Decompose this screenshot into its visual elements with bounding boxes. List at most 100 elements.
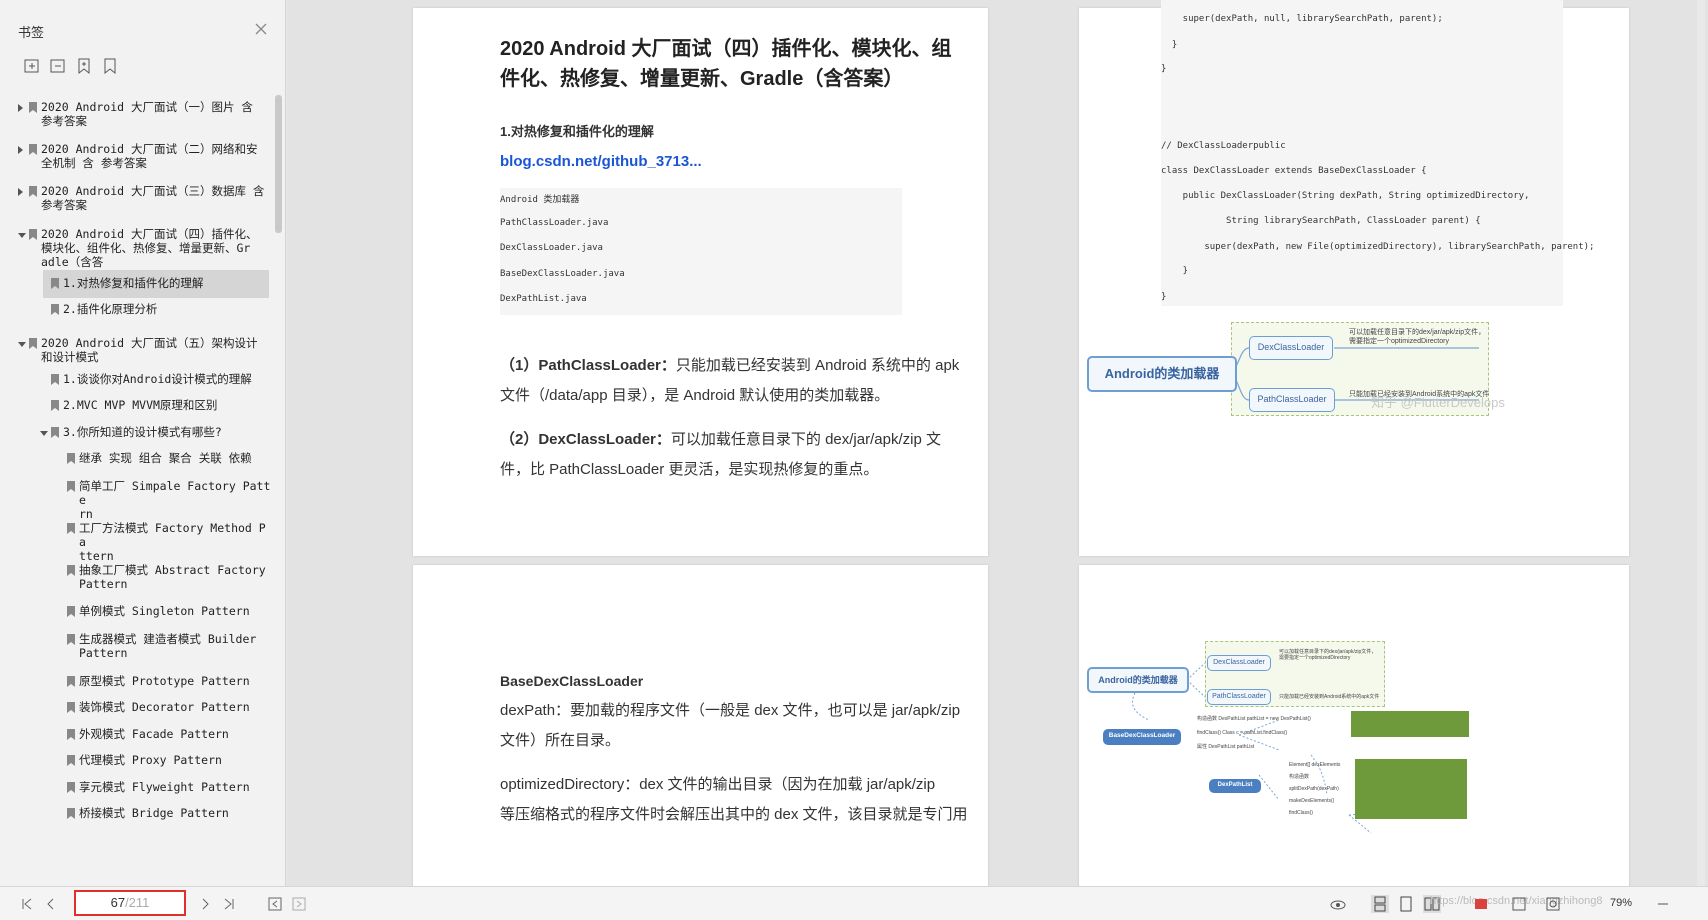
paragraph: （2）DexClassLoader：可以加载任意目录下的 dex/jar/apk…	[500, 424, 941, 456]
section-heading: 1.对热修复和插件化的理解	[500, 124, 654, 139]
eye-protection-icon[interactable]	[1329, 895, 1347, 913]
prev-page-icon[interactable]	[42, 895, 60, 913]
section-heading: BaseDexClassLoader	[500, 673, 644, 689]
bookmark-label: 外观模式 Facade Pattern	[79, 727, 229, 741]
code-block: Android 类加载器 PathClassLoader.java DexCla…	[500, 188, 902, 315]
diagram-watermark: 知乎 @FlutterDevelops	[1371, 395, 1505, 410]
bookmark-icon	[50, 277, 60, 290]
diagram-node-dexpathlist: DexPathList	[1209, 779, 1261, 793]
bookmark-label: 2.MVC MVP MVVM原理和区别	[63, 398, 218, 412]
expanded-arrow-icon[interactable]	[18, 342, 26, 347]
diagram-node-dex: DexClassLoader	[1207, 655, 1271, 671]
bookmark-icon	[66, 564, 76, 577]
value: DexPathList pathList = new DexPathList()	[1218, 716, 1311, 722]
first-page-icon[interactable]	[18, 895, 36, 913]
bookmark-icon	[28, 228, 38, 241]
diagram-note: 构造函数	[1289, 774, 1310, 780]
bookmark-label: 单例模式 Singleton Pattern	[79, 604, 250, 618]
collapsed-arrow-icon[interactable]	[18, 104, 23, 112]
page-title-line2: 件化、热修复、增量更新、Gradle（含答案）	[500, 68, 904, 90]
diagram-note: 只能加载已经安装到Android系统中的apk文件	[1279, 694, 1380, 700]
diagram-note: Element[] dexElements	[1289, 762, 1341, 768]
bookmark-icon[interactable]	[100, 56, 120, 76]
last-page-icon[interactable]	[220, 895, 238, 913]
bookmark-icon	[66, 781, 76, 794]
zoom-level[interactable]: 79%	[1610, 897, 1632, 909]
page-right-bottom: Android的类加载器 DexClassLoader PathClassLoa…	[1079, 565, 1629, 886]
expanded-arrow-icon[interactable]	[40, 431, 48, 436]
bookmark-icon	[28, 337, 38, 350]
single-page-icon[interactable]	[1397, 895, 1415, 913]
page-right-top: super(dexPath, null, librarySearchPath, …	[1079, 0, 1629, 556]
page-number-input[interactable]: 67/211	[74, 890, 186, 916]
add-bookmark-icon[interactable]	[74, 56, 94, 76]
bookmarks-header: 书签	[0, 0, 286, 50]
collapsed-arrow-icon[interactable]	[18, 146, 23, 154]
diagram-note-box	[1355, 759, 1467, 819]
diagram-connectors	[1228, 347, 1479, 401]
close-icon[interactable]	[252, 20, 270, 38]
label: 构造函数	[1197, 716, 1218, 722]
next-page-icon[interactable]	[196, 895, 214, 913]
bookmark-icon	[66, 480, 76, 493]
term: （1）PathClassLoader：	[500, 357, 676, 374]
zoom-out-icon[interactable]	[1654, 895, 1672, 913]
diagram-root: Android的类加载器	[1087, 667, 1189, 693]
diagram-note: findClass() Class c = pathList.findClass…	[1197, 729, 1287, 738]
bookmark-label: 2020 Android 大厂面试（三）数据库 含 参考答案	[41, 184, 265, 212]
diagram-note: 可以加载任意目录下的dex/jar/apk/zip文件， 需要指定一个optim…	[1279, 649, 1377, 661]
pdf-reader-window: 书签 2020 Android 大厂面试（一）图片 含 参考答案 2020 And…	[0, 0, 1708, 920]
diagram-note: splitDexPath(dexPath)	[1289, 786, 1339, 792]
code-line: DexPathList.java	[500, 294, 587, 304]
forward-icon[interactable]	[290, 895, 308, 913]
diagram-note-box	[1351, 711, 1469, 737]
bookmark-icon	[66, 633, 76, 646]
back-icon[interactable]	[266, 895, 284, 913]
record-icon[interactable]	[1472, 895, 1490, 913]
fit-page-icon[interactable]	[1510, 895, 1528, 913]
bookmark-icon	[50, 303, 60, 316]
document-scrollbar[interactable]	[1697, 0, 1705, 886]
fit-width-icon[interactable]	[1544, 895, 1562, 913]
bookmark-icon	[66, 701, 76, 714]
diagram-node-base: BaseDexClassLoader	[1103, 729, 1181, 745]
code-line: PathClassLoader.java	[500, 218, 609, 228]
continuous-page-icon[interactable]	[1371, 895, 1389, 913]
diagram-node-path: PathClassLoader	[1207, 689, 1271, 705]
bookmark-icon	[50, 426, 60, 439]
bookmark-label: 2020 Android 大厂面试（四）插件化、 模块化、组件化、热修复、增量更…	[41, 227, 258, 269]
sidebar-scrollbar[interactable]	[275, 95, 282, 233]
collapse-all-icon[interactable]	[48, 56, 68, 76]
document-view: 2020 Android 大厂面试（四）插件化、模块化、组 件化、热修复、增量更…	[287, 0, 1708, 886]
bookmark-icon	[28, 101, 38, 114]
expand-all-icon[interactable]	[22, 56, 42, 76]
page-left-bottom: BaseDexClassLoader dexPath：要加载的程序文件（一般是 …	[413, 565, 988, 886]
bookmark-icon	[66, 675, 76, 688]
bookmark-label: 3.你所知道的设计模式有哪些?	[63, 425, 222, 439]
bookmark-label: 1.谈谈你对Android设计模式的理解	[63, 372, 252, 386]
bookmark-label: 代理模式 Proxy Pattern	[79, 753, 222, 767]
bookmark-label: 2020 Android 大厂面试（一）图片 含 参考答案	[41, 100, 253, 128]
bookmark-label: 简单工厂 Simpale Factory Patte rn	[79, 479, 271, 521]
page-total: /211	[125, 895, 150, 910]
diagram-note: findClass()	[1289, 810, 1313, 816]
diagram-node-dex: DexClassLoader	[1249, 336, 1333, 360]
paragraph: 等压缩格式的程序文件时会解压出其中的 dex 文件，该目录就是专门用	[500, 806, 968, 823]
bookmark-label: 2020 Android 大厂面试（二）网络和安 全机制 含 参考答案	[41, 142, 258, 170]
code-line: Android 类加载器	[500, 195, 580, 205]
bookmark-icon	[50, 373, 60, 386]
code-line: BaseDexClassLoader.java	[500, 269, 625, 279]
collapsed-arrow-icon[interactable]	[18, 188, 23, 196]
bookmark-label: 工厂方法模式 Factory Method Pa ttern	[79, 521, 266, 563]
bookmark-label: 原型模式 Prototype Pattern	[79, 674, 250, 688]
expanded-arrow-icon[interactable]	[18, 233, 26, 238]
source-link[interactable]: blog.csdn.net/github_3713...	[500, 146, 702, 178]
paragraph: 件，比 PathClassLoader 更灵活，是实现热修复的重点。	[500, 461, 879, 478]
bookmark-icon	[66, 807, 76, 820]
page-current: 67	[110, 895, 126, 910]
bookmark-icon	[28, 185, 38, 198]
bookmark-icon	[28, 143, 38, 156]
text: 可以加载任意目录下的 dex/jar/apk/zip 文	[670, 431, 941, 448]
diagram-node-path: PathClassLoader	[1249, 388, 1335, 412]
bookmark-tree: 2020 Android 大厂面试（一）图片 含 参考答案 2020 Androi…	[0, 90, 272, 884]
